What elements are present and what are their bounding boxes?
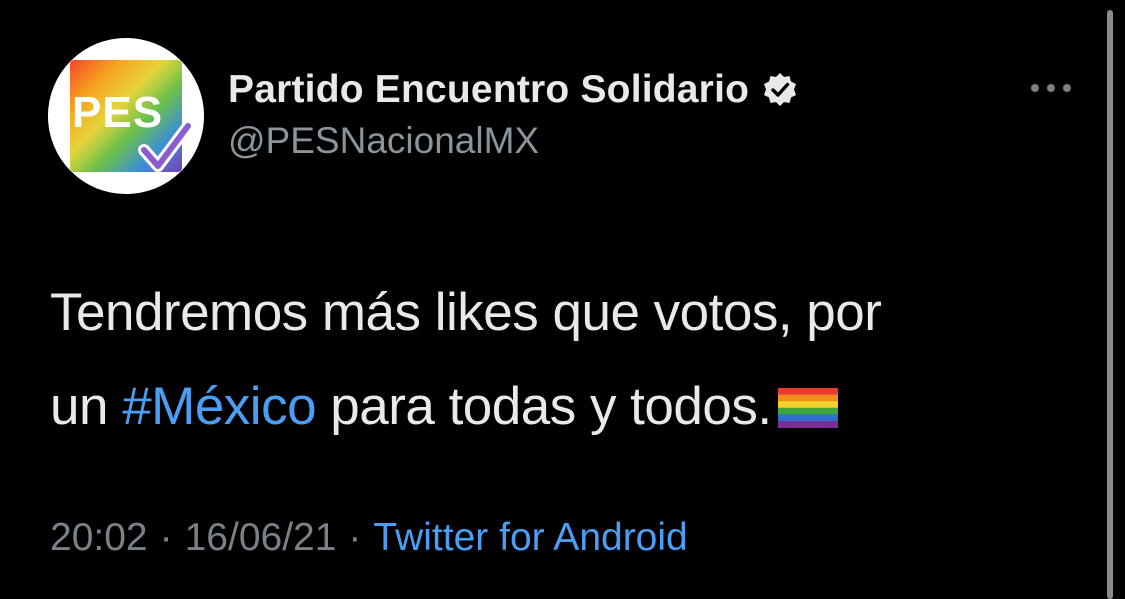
- meta-separator: ·: [348, 516, 362, 559]
- tweet-text-suffix: para todas y todos.: [316, 377, 772, 436]
- tweet-time[interactable]: 20:02: [50, 516, 148, 560]
- user-handle[interactable]: @PESNacionalMX: [228, 120, 539, 162]
- avatar-logo-text: PES: [72, 88, 164, 137]
- display-name[interactable]: Partido Encuentro Solidario: [228, 68, 749, 112]
- tweet-text-prefix: un: [50, 377, 123, 436]
- tweet-text: Tendremos más likes que votos, por un #M…: [50, 266, 1080, 454]
- tweet-text-line-1: Tendremos más likes que votos, por: [50, 283, 882, 342]
- author-name-row[interactable]: Partido Encuentro Solidario: [228, 64, 799, 116]
- tweet-source-link[interactable]: Twitter for Android: [373, 516, 687, 560]
- avatar[interactable]: PES: [48, 38, 204, 194]
- tweet-date[interactable]: 16/06/21: [185, 516, 337, 560]
- verified-badge-icon: [761, 71, 799, 109]
- more-options-icon[interactable]: [1026, 74, 1076, 102]
- tweet-card: PES Partido Encuentro Solidario @PESNaci…: [0, 0, 1125, 599]
- tweet-meta: 20:02 · 16/06/21 · Twitter for Android: [50, 510, 688, 566]
- meta-separator: ·: [159, 516, 173, 559]
- rainbow-flag-icon: [777, 364, 838, 428]
- hashtag-link[interactable]: #México: [122, 377, 316, 436]
- tweet-text-line-2: un #México para todas y todos.: [50, 360, 1080, 454]
- scrollbar[interactable]: [1107, 10, 1113, 599]
